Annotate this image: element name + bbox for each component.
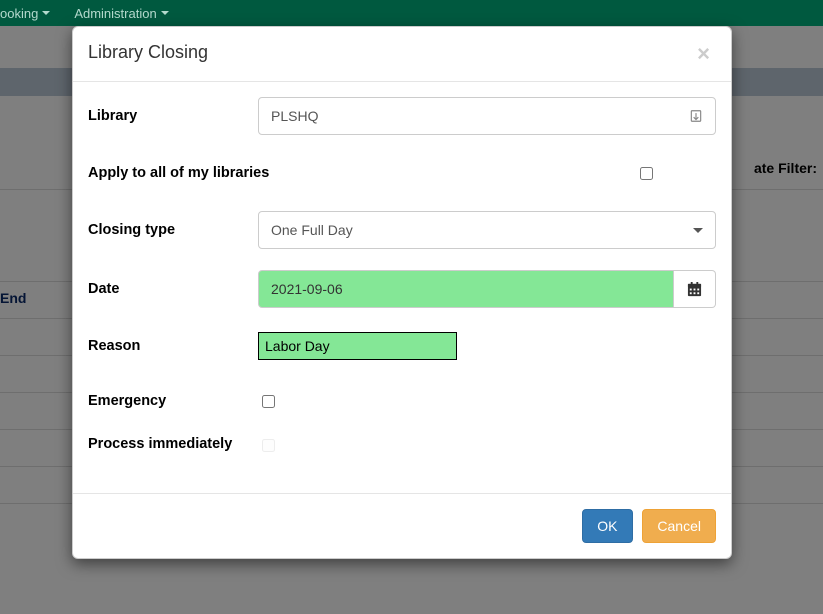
chevron-down-icon bbox=[693, 228, 703, 233]
chevron-down-icon bbox=[161, 11, 169, 15]
library-select-value: PLSHQ bbox=[271, 108, 318, 124]
date-input[interactable]: 2021-09-06 bbox=[258, 270, 674, 308]
closing-type-label: Closing type bbox=[88, 222, 258, 238]
calendar-button[interactable] bbox=[674, 270, 716, 308]
close-icon: × bbox=[697, 41, 710, 66]
library-select[interactable]: PLSHQ bbox=[258, 97, 716, 135]
apply-all-checkbox[interactable] bbox=[640, 167, 653, 180]
date-label: Date bbox=[88, 281, 258, 297]
save-icon bbox=[689, 109, 703, 123]
reason-label: Reason bbox=[88, 338, 258, 354]
top-navbar: ooking Administration bbox=[0, 0, 823, 26]
emergency-checkbox[interactable] bbox=[262, 395, 275, 408]
library-closing-modal: Library Closing × Library PLSHQ Apply to… bbox=[72, 26, 732, 559]
modal-footer: OK Cancel bbox=[73, 493, 731, 558]
apply-all-label: Apply to all of my libraries bbox=[88, 165, 576, 181]
nav-administration[interactable]: Administration bbox=[74, 6, 168, 21]
modal-title: Library Closing bbox=[88, 42, 208, 63]
nav-administration-label: Administration bbox=[74, 6, 156, 21]
closing-type-select[interactable]: One Full Day bbox=[258, 211, 716, 249]
date-value: 2021-09-06 bbox=[271, 281, 343, 297]
process-immediately-label: Process immediately bbox=[88, 434, 258, 454]
nav-booking[interactable]: ooking bbox=[0, 6, 50, 21]
process-immediately-checkbox bbox=[262, 439, 275, 452]
calendar-icon bbox=[687, 282, 702, 297]
reason-input[interactable] bbox=[258, 332, 457, 360]
ok-button[interactable]: OK bbox=[582, 509, 632, 543]
modal-header: Library Closing × bbox=[73, 27, 731, 82]
close-button[interactable]: × bbox=[691, 42, 716, 66]
emergency-label: Emergency bbox=[88, 393, 258, 409]
cancel-button[interactable]: Cancel bbox=[642, 509, 716, 543]
modal-body: Library PLSHQ Apply to all of my librari… bbox=[73, 82, 731, 493]
nav-booking-label: ooking bbox=[0, 6, 38, 21]
closing-type-value: One Full Day bbox=[271, 222, 353, 238]
library-label: Library bbox=[88, 108, 258, 124]
chevron-down-icon bbox=[42, 11, 50, 15]
